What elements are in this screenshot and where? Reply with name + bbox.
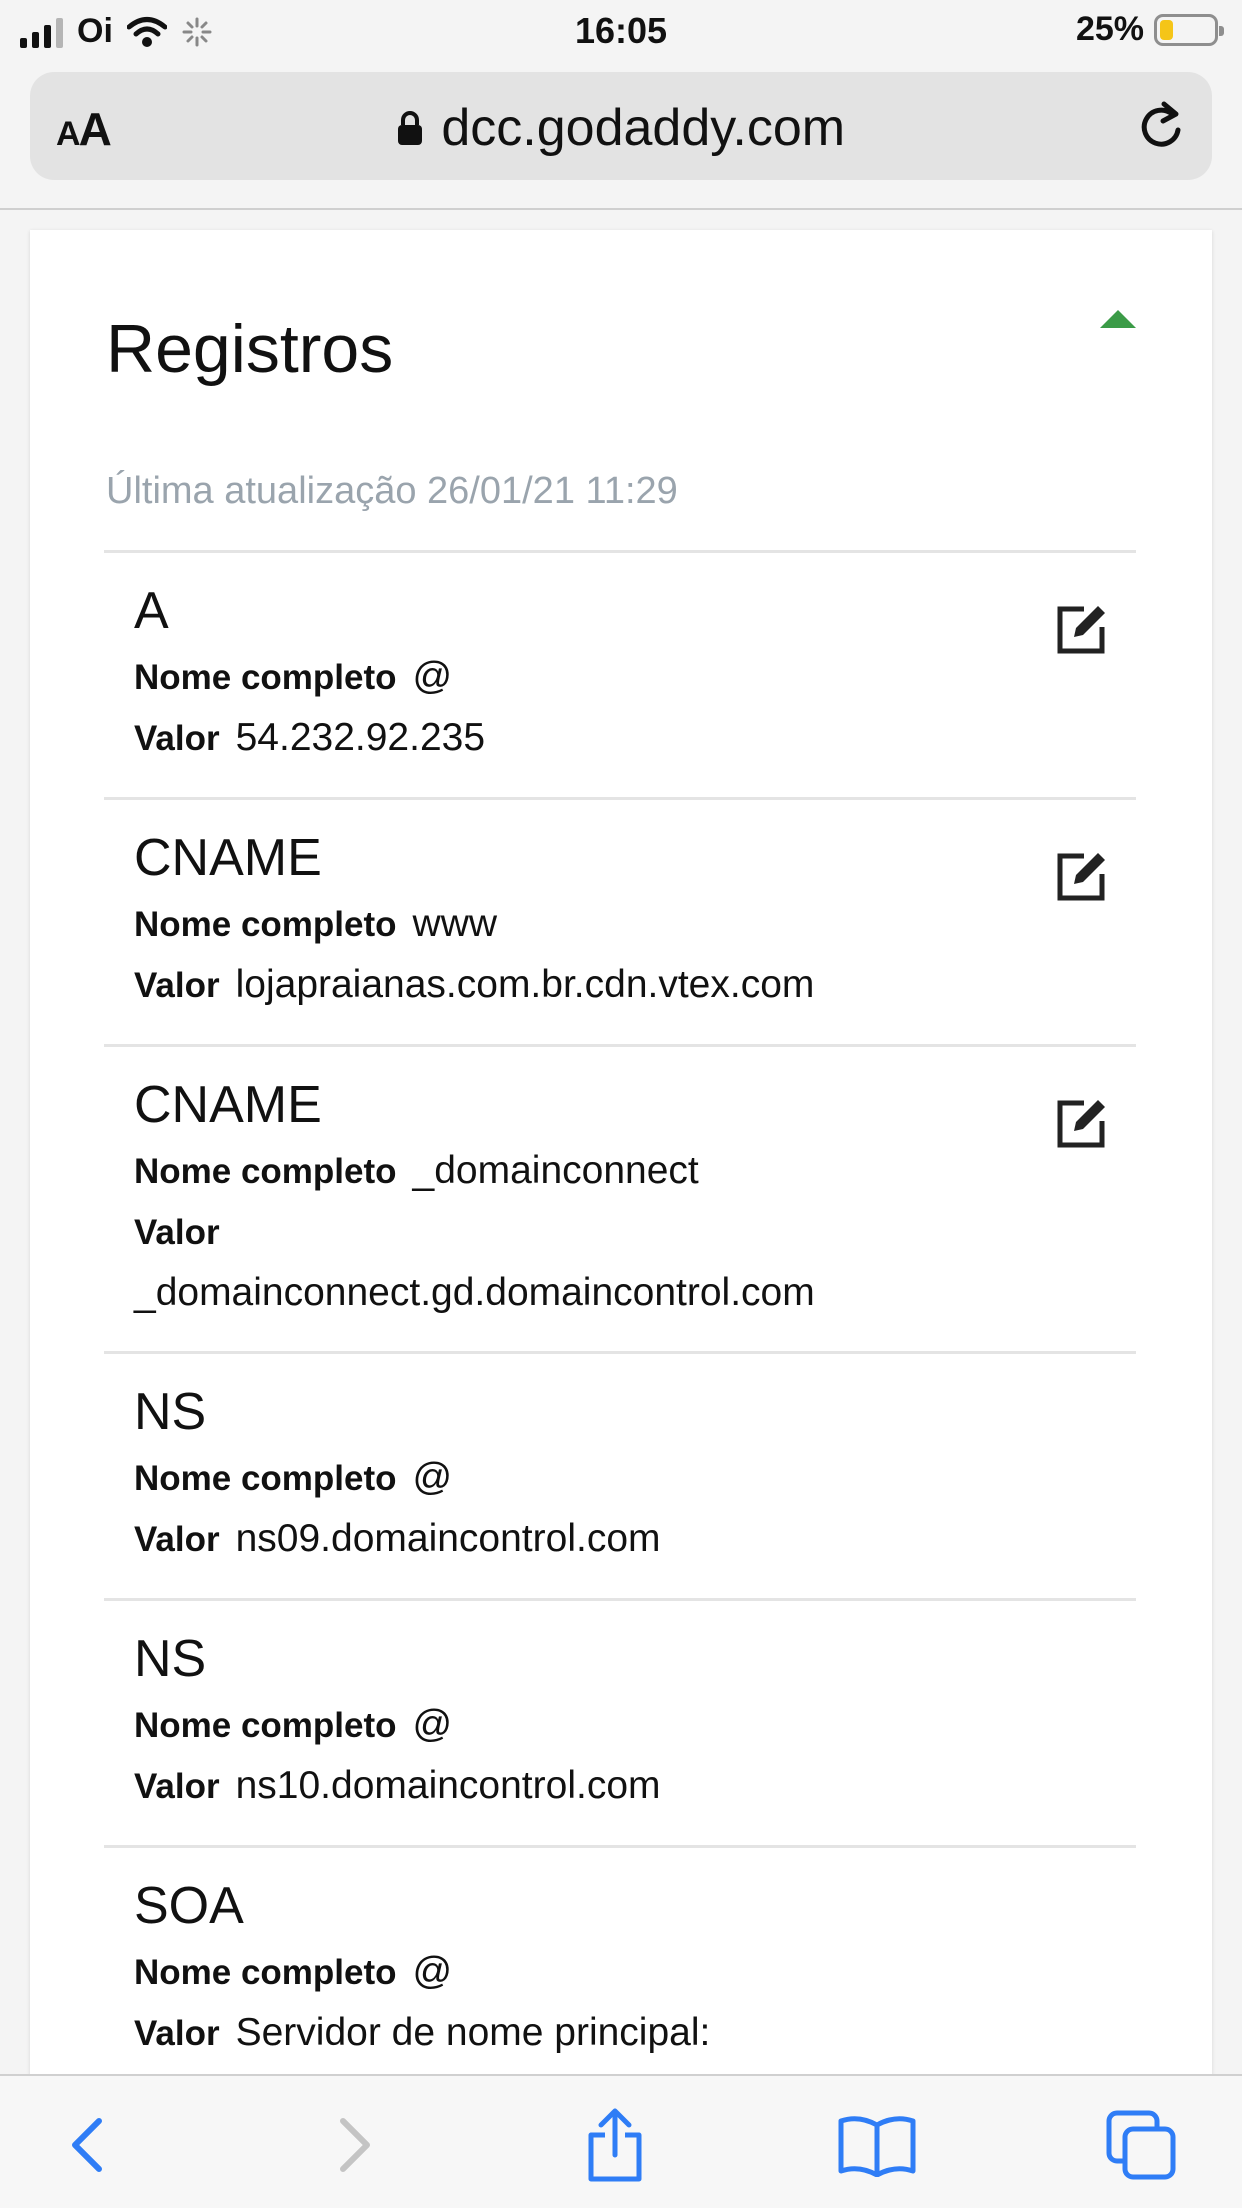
share-button[interactable] [570, 2100, 660, 2190]
chevron-right-icon [340, 2118, 370, 2172]
address-bar[interactable]: AA dcc.godaddy.com [30, 72, 1212, 180]
browser-chrome: AA dcc.godaddy.com [0, 62, 1242, 210]
bookmarks-button[interactable] [832, 2100, 922, 2190]
last-updated-text: Última atualização 26/01/21 11:29 [106, 470, 678, 512]
back-button[interactable] [42, 2100, 132, 2190]
status-bar: Oi 16:05 25% [0, 0, 1242, 62]
record-value: ns09.domaincontrol.com [235, 1517, 661, 1560]
record-type: SOA [134, 1877, 244, 1935]
battery-icon [1154, 13, 1224, 46]
record-name-row: Nome completo @ [134, 1942, 1136, 2003]
clock: 16:05 [574, 10, 668, 51]
edit-icon[interactable] [1054, 601, 1110, 657]
record-value: _domainconnect.gd.domaincontrol.com [134, 1271, 815, 1314]
record-name-row: Nome completo @ [134, 1695, 1136, 1756]
value-label: Valor [134, 719, 220, 758]
book-icon [838, 2116, 916, 2177]
record-name: _domainconnect [412, 1149, 699, 1192]
records-list: A Nome completo @ Valor 54.232.92.235 CNAM… [104, 550, 1136, 2092]
lock-icon [397, 111, 422, 145]
url-display[interactable]: dcc.godaddy.com [30, 98, 1212, 158]
value-label: Valor [134, 1767, 220, 1806]
battery-percentage: 25% [1075, 10, 1144, 48]
edit-icon[interactable] [1054, 848, 1110, 904]
dns-record: CNAME Nome completo _domainconnect Valor … [104, 1044, 1136, 1351]
forward-button[interactable] [310, 2100, 400, 2190]
records-card: Registros Última atualização 26/01/21 11… [30, 230, 1212, 2130]
browser-toolbar [0, 2074, 1242, 2208]
record-value: 54.232.92.235 [235, 716, 486, 759]
dns-record: A Nome completo @ Valor 54.232.92.235 [104, 550, 1136, 797]
value-label: Valor [134, 1213, 220, 1252]
record-type: NS [134, 1383, 207, 1441]
battery-fill [1160, 19, 1173, 40]
record-name: www [412, 902, 498, 945]
record-type: CNAME [134, 829, 322, 887]
value-label: Valor [134, 966, 220, 1005]
dns-record: CNAME Nome completo www Valor lojapraianas… [104, 797, 1136, 1044]
dns-record: NS Nome completo @ Valor ns09.domaincontro… [104, 1351, 1136, 1598]
record-name: @ [412, 655, 453, 698]
record-value: ns10.domaincontrol.com [235, 1764, 661, 1807]
record-name: @ [412, 1456, 453, 1499]
record-value-row: Valor [134, 1202, 1136, 1263]
record-type: CNAME [134, 1076, 322, 1134]
reload-icon[interactable] [1134, 96, 1190, 156]
share-icon [588, 2108, 642, 2182]
record-value-row: Valor ns10.domaincontrol.com [134, 1756, 1136, 1817]
record-type: NS [134, 1630, 207, 1688]
record-value-row: Valor Servidor de nome principal: [134, 2003, 1136, 2064]
record-name: @ [412, 1950, 453, 1993]
record-type: A [134, 582, 169, 640]
collapse-caret-icon[interactable] [1098, 306, 1138, 330]
record-value-row: Valor lojapraianas.com.br.cdn.vtex.com [134, 955, 1136, 1016]
record-name-row: Nome completo @ [134, 1448, 1136, 1509]
value-label: Valor [134, 2014, 220, 2053]
tabs-icon [1106, 2110, 1176, 2180]
full-name-label: Nome completo [134, 1152, 397, 1191]
record-name: @ [412, 1703, 453, 1746]
full-name-label: Nome completo [134, 905, 397, 944]
record-name-row: Nome completo www [134, 894, 1136, 955]
full-name-label: Nome completo [134, 1459, 397, 1498]
tabs-button[interactable] [1096, 2100, 1186, 2190]
page-title: Registros [106, 311, 394, 387]
full-name-label: Nome completo [134, 658, 397, 697]
record-name-row: Nome completo _domainconnect [134, 1141, 1136, 1202]
full-name-label: Nome completo [134, 1953, 397, 1992]
record-value: Servidor de nome principal: [235, 2011, 711, 2054]
url-text: dcc.godaddy.com [441, 99, 846, 157]
record-name-row: Nome completo @ [134, 647, 1136, 708]
edit-icon[interactable] [1054, 1095, 1110, 1151]
dns-record: SOA Nome completo @ Valor Servidor de nome… [104, 1845, 1136, 2092]
chevron-left-icon [72, 2118, 102, 2172]
value-label: Valor [134, 1520, 220, 1559]
record-value-row: Valor ns09.domaincontrol.com [134, 1509, 1136, 1570]
full-name-label: Nome completo [134, 1706, 397, 1745]
status-right: 25% [1075, 10, 1224, 49]
record-value-row: Valor 54.232.92.235 [134, 708, 1136, 769]
record-value: lojapraianas.com.br.cdn.vtex.com [235, 963, 815, 1006]
dns-record: NS Nome completo @ Valor ns10.domaincontro… [104, 1598, 1136, 1845]
